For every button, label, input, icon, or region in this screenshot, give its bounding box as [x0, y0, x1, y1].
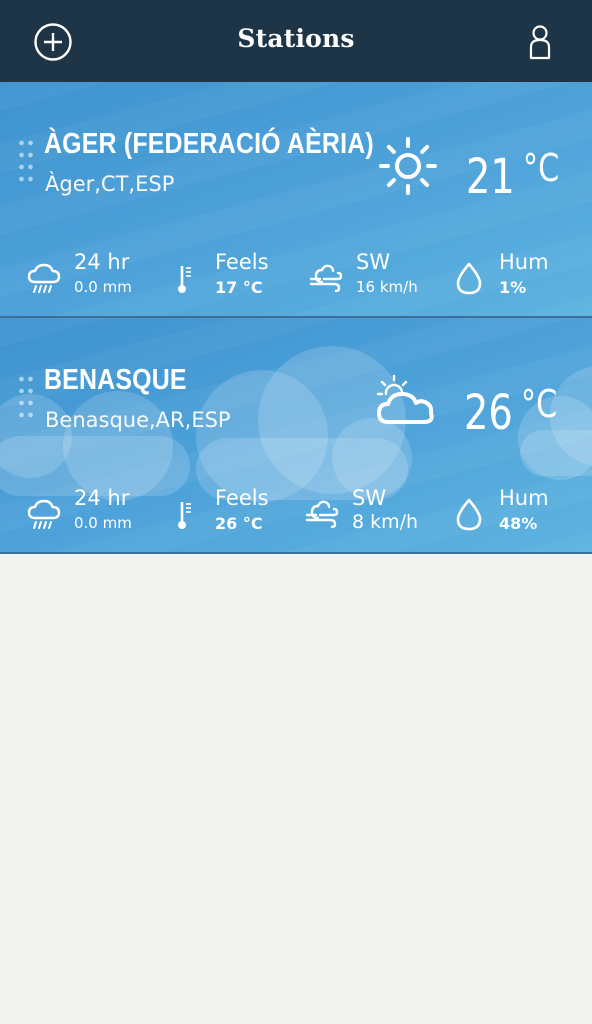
user-icon: [529, 25, 551, 60]
drag-handle-icon[interactable]: [17, 137, 35, 185]
station-location: Benasque,AR,ESP: [45, 408, 231, 432]
temperature-unit: °C: [522, 146, 560, 190]
humidity-label: Hum: [499, 486, 549, 510]
thermometer-icon: [170, 260, 206, 296]
humidity-label: Hum: [499, 250, 549, 274]
drag-handle-icon[interactable]: [17, 373, 35, 421]
rain-label: 24 hr: [74, 250, 130, 274]
temperature-value: 26: [464, 385, 513, 441]
humidity-value: 48%: [499, 514, 538, 533]
feels-label: Feels: [215, 486, 269, 510]
thermometer-icon: [170, 496, 206, 532]
rain-value: 0.0 mm: [74, 278, 132, 296]
wind-icon: [304, 496, 340, 532]
feels-value: 17 °C: [215, 278, 263, 297]
station-name: BENASQUE: [44, 364, 187, 396]
sun-icon: [376, 134, 440, 198]
feels-label: Feels: [215, 250, 269, 274]
station-location: Àger,CT,ESP: [45, 172, 175, 196]
partly-cloudy-icon: [374, 370, 438, 434]
wind-icon: [308, 260, 344, 296]
feels-value: 26 °C: [215, 514, 263, 533]
humidity-value: 1%: [499, 278, 527, 297]
rain-cloud-icon: [26, 496, 62, 532]
rain-value: 0.0 mm: [74, 514, 132, 532]
temperature: 26 °C: [464, 380, 557, 437]
temperature: 21 °C: [466, 144, 559, 201]
wind-direction: SW: [356, 250, 391, 274]
app-root: Stations ÀGER (FEDERACIÓ AÈRIA) Àger,CT,…: [0, 0, 592, 1024]
station-card[interactable]: BENASQUE Benasque,AR,ESP 26 °C 24 hr 0.0…: [0, 318, 592, 554]
wind-direction: SW: [352, 486, 387, 510]
station-name: ÀGER (FEDERACIÓ AÈRIA): [44, 128, 374, 160]
temperature-value: 21: [466, 149, 515, 205]
droplet-icon: [452, 260, 488, 296]
rain-label: 24 hr: [74, 486, 130, 510]
station-stats: 24 hr 0.0 mm Feels 17 °C SW 16 km/h Hum …: [0, 250, 592, 310]
station-stats: 24 hr 0.0 mm Feels 26 °C SW 8 km/h Hum 4…: [0, 486, 592, 546]
wind-speed: 16 km/h: [356, 278, 418, 296]
top-bar: Stations: [0, 0, 592, 82]
temperature-unit: °C: [520, 382, 558, 426]
page-title: Stations: [237, 24, 355, 53]
droplet-icon: [452, 496, 488, 532]
wind-speed: 8 km/h: [352, 511, 419, 533]
station-card[interactable]: ÀGER (FEDERACIÓ AÈRIA) Àger,CT,ESP 21°C: [0, 82, 592, 318]
rain-cloud-icon: [26, 260, 62, 296]
profile-button[interactable]: [520, 22, 560, 62]
